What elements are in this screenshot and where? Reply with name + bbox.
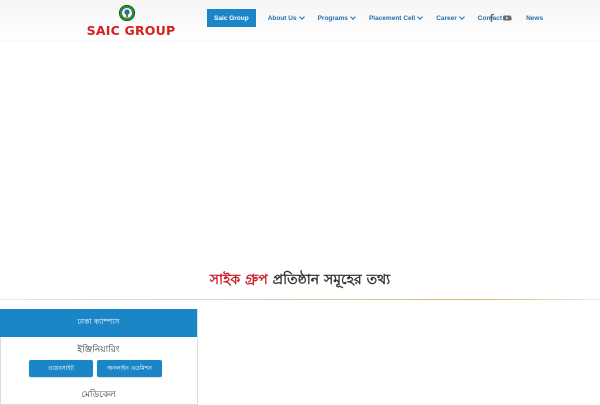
nav-item-label: News xyxy=(526,14,544,22)
campus-tab-dhaka[interactable]: ঢাকা ক্যাম্পাস xyxy=(0,309,197,337)
nav-item-label: Career xyxy=(436,14,457,22)
banner-title: সাইক গ্রুপ প্রতিষ্ঠান সমূহের তথ্য xyxy=(0,268,600,292)
banner-title-rest: প্রতিষ্ঠান সমূহের তথ্য xyxy=(272,272,391,288)
site-header: SAIC GROUP Saic Group About Us Programs … xyxy=(0,0,600,40)
chevron-down-icon xyxy=(417,14,424,20)
online-admission-button-label: অনলাইন এডমিশন xyxy=(107,365,152,372)
nav-item-label: Saic Group xyxy=(214,14,249,22)
nav-item-career[interactable]: Career xyxy=(430,9,470,27)
nav-item-programs[interactable]: Programs xyxy=(312,9,361,27)
chevron-down-icon xyxy=(298,14,305,20)
nav-item-label: Placement Cell xyxy=(368,14,416,22)
section-title-engineering: ইঞ্জিনিয়ারিং xyxy=(77,345,120,355)
nav-item-about-us[interactable]: About Us xyxy=(262,9,310,27)
section-divider xyxy=(0,299,600,300)
online-admission-button[interactable]: অনলাইন এডমিশন xyxy=(97,360,162,377)
nav-item-news[interactable]: News xyxy=(520,9,549,27)
website-button-label: ওয়েবসাইট xyxy=(48,365,74,372)
saic-group-logo[interactable]: SAIC GROUP xyxy=(86,2,176,38)
logo-text: SAIC GROUP xyxy=(86,23,176,38)
nav-item-label: Programs xyxy=(317,14,348,22)
nav-item-label: About Us xyxy=(267,14,297,22)
youtube-icon[interactable] xyxy=(502,13,512,23)
banner-title-brand: সাইক গ্রুপ xyxy=(209,272,268,288)
main-navigation: Saic Group About Us Programs Placement C… xyxy=(207,9,551,27)
chevron-down-icon xyxy=(350,14,356,20)
emblem-icon xyxy=(118,4,136,22)
facebook-icon[interactable] xyxy=(487,13,497,23)
website-button[interactable]: ওয়েবসাইট xyxy=(29,360,93,377)
chevron-down-icon xyxy=(458,14,465,20)
campus-header-label: ঢাকা ক্যাম্পাস xyxy=(77,317,120,326)
nav-item-saic-group[interactable]: Saic Group xyxy=(207,9,256,27)
nav-item-placement-cell[interactable]: Placement Cell xyxy=(363,9,428,27)
